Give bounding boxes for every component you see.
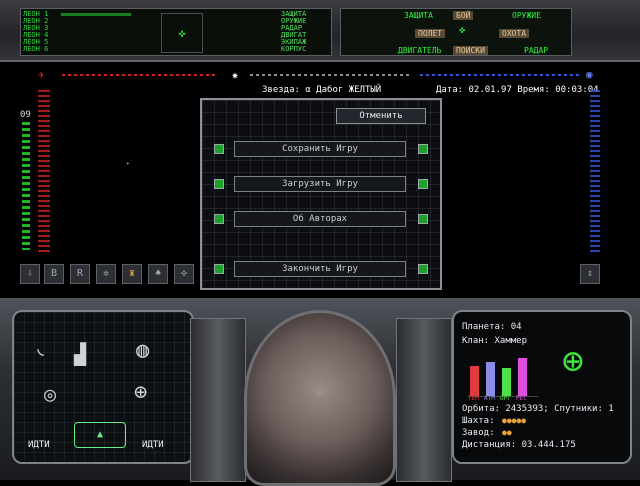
crosshair-icon[interactable]: ✣: [174, 264, 194, 284]
menu-led: [418, 179, 428, 189]
rover-icon[interactable]: ▲: [74, 422, 126, 448]
planet-label: Планета: 04: [462, 322, 522, 332]
menu-led: [214, 179, 224, 189]
ship-icon: ✈: [38, 68, 45, 81]
date-time: Дата: 02.01.97 Время: 00:03:04: [436, 85, 599, 95]
planet-icon: ◉: [586, 68, 593, 81]
blue-range-strip: [420, 74, 580, 76]
defense-label: ЗАЩИТА: [404, 11, 433, 20]
star-icon: ✷: [231, 68, 239, 82]
red-range-strip: [62, 74, 218, 76]
radar-label: РАДАР: [524, 46, 549, 55]
clan-label: Клан: Хаммер: [462, 336, 528, 346]
right-pillar: [396, 318, 452, 482]
left-pillar: [190, 318, 246, 482]
counter-label: 09: [20, 110, 31, 120]
search-button[interactable]: ПОИСКИ: [453, 46, 488, 55]
engine-label: ДВИГАТЕЛЬ: [398, 46, 442, 55]
planet-info-console: Планета: 04 Клан: Хаммер ТЕМ АТМ ОРГ РЕС…: [452, 310, 632, 464]
menu-led: [214, 264, 224, 274]
distance-label: Дистанция: 03.444.175: [462, 440, 576, 450]
factory-label: Завод:: [462, 428, 495, 438]
factory-level-icon: ●●: [502, 428, 512, 437]
mine-label: Шахта:: [462, 416, 495, 426]
green-scale: [22, 122, 30, 250]
weapon-label: ОРУЖИЕ: [512, 11, 541, 20]
stat-label-tem: ТЕМ: [468, 395, 479, 402]
menu-led: [418, 264, 428, 274]
top-status-panel: ЛЕОН 1 ЗАЩИТА ЛЕОН 2 ОРУЖИЕ ЛЕОН 3 РАДАР ЛЕ…: [0, 0, 640, 62]
menu-led: [418, 144, 428, 154]
menu-led: [214, 144, 224, 154]
fight-button[interactable]: БОЙ: [453, 11, 474, 20]
gray-range-strip: [250, 74, 410, 76]
globe-grid-icon[interactable]: ⊕: [134, 380, 147, 405]
ship-mode-box: ЗАЩИТА БОЙ ОРУЖИЕ ПОЛЕТ ✜ ОХОТА ДВИГАТЕЛ…: [340, 8, 572, 56]
menu-led: [418, 214, 428, 224]
crew-health-bar: [61, 13, 131, 16]
save-game-button[interactable]: Сохранить Игру: [234, 141, 406, 157]
scroll-arrows-icon[interactable]: ⇕: [580, 264, 600, 284]
gear-icon[interactable]: ✲: [96, 264, 116, 284]
mine-level-icon: ●●●●●: [502, 416, 527, 425]
target-icon[interactable]: ◎: [44, 382, 56, 406]
orbit-label: Орбита: 2435393; Спутники: 1: [462, 404, 614, 414]
scanner-globe: ⊹: [244, 310, 396, 486]
planet-globe-icon: ⊕: [562, 341, 584, 382]
sphere-icon[interactable]: ◍: [136, 338, 149, 363]
stat-bar-org: [502, 368, 511, 396]
go-left-button[interactable]: ИДТИ: [28, 440, 50, 450]
cancel-button[interactable]: Отменить: [336, 108, 426, 124]
load-game-button[interactable]: Загрузить Игру: [234, 176, 406, 192]
planet-stats-chart: [468, 356, 538, 397]
crew-selector-icon[interactable]: ✜: [161, 13, 203, 53]
mode-target-icon: ✜: [459, 25, 466, 36]
hunt-button[interactable]: ОХОТА: [499, 29, 530, 38]
b-icon[interactable]: B: [44, 264, 64, 284]
credits-button[interactable]: Об Авторах: [234, 211, 406, 227]
stat-bar-res: [518, 358, 527, 396]
globe-crosshair: ⊹: [315, 389, 325, 400]
distant-star: ✦: [126, 160, 130, 167]
star-info: Звезда: α Дабог ЖЕЛТЫЙ: [262, 85, 382, 95]
game-menu: Отменить Сохранить Игру Загрузить Игру О…: [200, 98, 442, 290]
crew-status-box: ЛЕОН 1 ЗАЩИТА ЛЕОН 2 ОРУЖИЕ ЛЕОН 3 РАДАР ЛЕ…: [20, 8, 332, 56]
blue-scale: [590, 90, 600, 252]
quit-game-button[interactable]: Закончить Игру: [234, 261, 406, 277]
stat-label-res: РЕС: [516, 395, 527, 402]
stat-bar-tem: [470, 366, 479, 396]
signal-icon[interactable]: ◟: [34, 336, 47, 361]
flight-button[interactable]: ПОЛЕТ: [415, 29, 446, 38]
stat-bar-atm: [486, 362, 495, 396]
menu-led: [214, 214, 224, 224]
stat-label-org: ОРГ: [500, 395, 511, 402]
red-scale: [38, 90, 50, 252]
go-right-button[interactable]: ИДТИ: [142, 440, 164, 450]
vehicle-icon[interactable]: ▟: [74, 342, 86, 366]
down-arrow-icon[interactable]: ⇩: [20, 264, 40, 284]
microphone-icon[interactable]: ♠: [148, 264, 168, 284]
left-console: ◟ ▟ ◍ ◎ ⊕ ▲ ИДТИ ИДТИ: [12, 310, 194, 464]
stat-label-atm: АТМ: [484, 395, 495, 402]
figure-icon[interactable]: ♜: [122, 264, 142, 284]
r-icon[interactable]: R: [70, 264, 90, 284]
